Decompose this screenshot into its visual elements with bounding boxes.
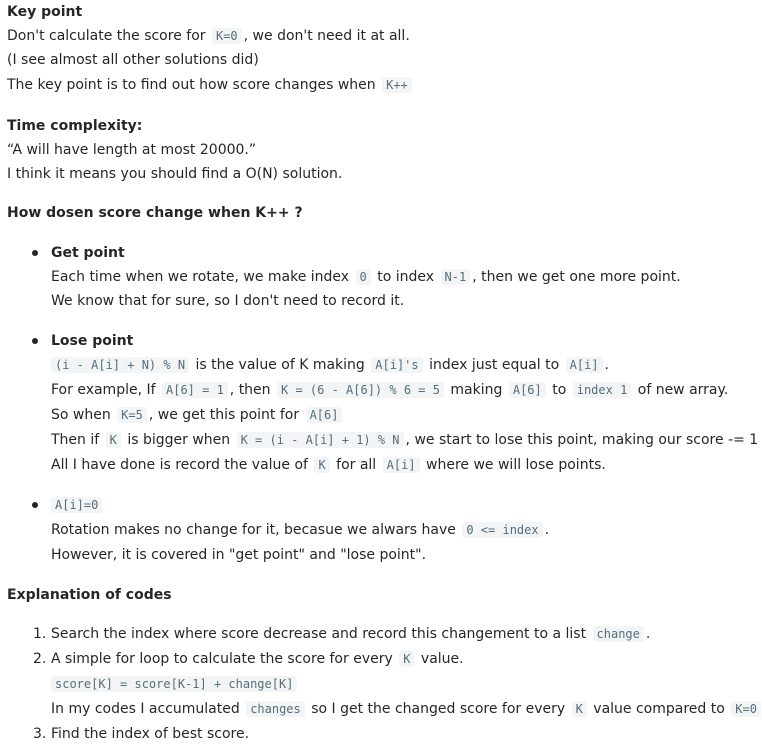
lose-point-line-4: Then if K is bigger when K = (i - A[i] +… [51, 432, 759, 448]
inline-code: K=5 [117, 407, 147, 423]
time-line-1: “A will have length at most 20000.” [7, 142, 257, 158]
inline-code: K=0 [211, 28, 242, 44]
a-zero-line-2: However, it is covered in "get point" an… [51, 547, 427, 563]
get-point-line-1: Each time when we rotate, we make index … [51, 269, 681, 285]
explanation-item-1: Search the index where score decrease an… [51, 626, 651, 642]
inline-code: A[i]'s [371, 357, 423, 373]
inline-code: A[i]=0 [51, 497, 103, 513]
explanation-item-2: A simple for loop to calculate the score… [51, 651, 464, 667]
lose-point-line-1: (i - A[i] + N) % N is the value of K mak… [51, 355, 609, 375]
bullet-icon [32, 250, 38, 256]
inline-code: 0 <= index [462, 522, 543, 538]
explanation-item-2-code: score[K] = score[K-1] + change[K] [51, 674, 299, 694]
inline-code: score[K] = score[K-1] + change[K] [51, 676, 298, 692]
inline-code: K [399, 651, 415, 667]
get-point-title: Get point [51, 245, 125, 261]
inline-code: N-1 [440, 269, 471, 285]
list-number: 1. [33, 626, 47, 642]
inline-code: index 1 [572, 382, 632, 398]
key-point-line-2: (I see almost all other solutions did) [7, 52, 259, 68]
explanation-heading: Explanation of codes [7, 587, 172, 603]
inline-code: (i - A[i] + N) % N [51, 357, 190, 373]
inline-code: K++ [382, 77, 412, 93]
inline-code: A[6] = 1 [162, 382, 228, 398]
explanation-item-3: Find the index of best score. [51, 726, 250, 742]
lose-point-line-2: For example, If A[6] = 1, then K = (6 - … [51, 382, 729, 398]
get-point-line-2: We know that for sure, so I don't need t… [51, 293, 405, 309]
inline-code: A[6] [508, 382, 546, 398]
lose-point-line-5: All I have done is record the value of K… [51, 457, 606, 473]
list-number: 2. [33, 651, 47, 667]
a-zero-title: A[i]=0 [51, 495, 104, 515]
inline-code: A[i] [382, 457, 420, 473]
how-heading: How dosen score change when K++ ? [7, 205, 303, 221]
explanation-item-2-line-3: In my codes I accumulated changes so I g… [51, 699, 762, 719]
inline-code: change [592, 626, 644, 642]
inline-code: A[i] [565, 357, 603, 373]
list-number: 3. [33, 726, 47, 742]
time-complexity-heading: Time complexity: [7, 118, 143, 134]
bullet-icon [32, 338, 38, 344]
inline-code: K = (i - A[i] + 1) % N [236, 432, 404, 448]
inline-code: changes [246, 701, 305, 717]
key-point-line-3: The key point is to find out how score c… [7, 75, 414, 95]
inline-code: K=0 [731, 701, 761, 717]
key-point-heading: Key point [7, 4, 83, 20]
lose-point-title: Lose point [51, 333, 134, 349]
inline-code: K [571, 701, 587, 717]
inline-code: 0 [355, 269, 371, 285]
inline-code: K = (6 - A[6]) % 6 = 5 [277, 382, 444, 398]
inline-code: K [105, 432, 121, 448]
bullet-icon [32, 502, 38, 508]
lose-point-line-3: So when K=5, we get this point for A[6] [51, 405, 344, 425]
inline-code: A[6] [305, 407, 343, 423]
inline-code: K [314, 457, 330, 473]
key-point-line-1: Don't calculate the score for K=0, we do… [7, 28, 410, 44]
a-zero-line-1: Rotation makes no change for it, becasue… [51, 522, 550, 538]
time-line-2: I think it means you should find a O(N) … [7, 166, 343, 182]
